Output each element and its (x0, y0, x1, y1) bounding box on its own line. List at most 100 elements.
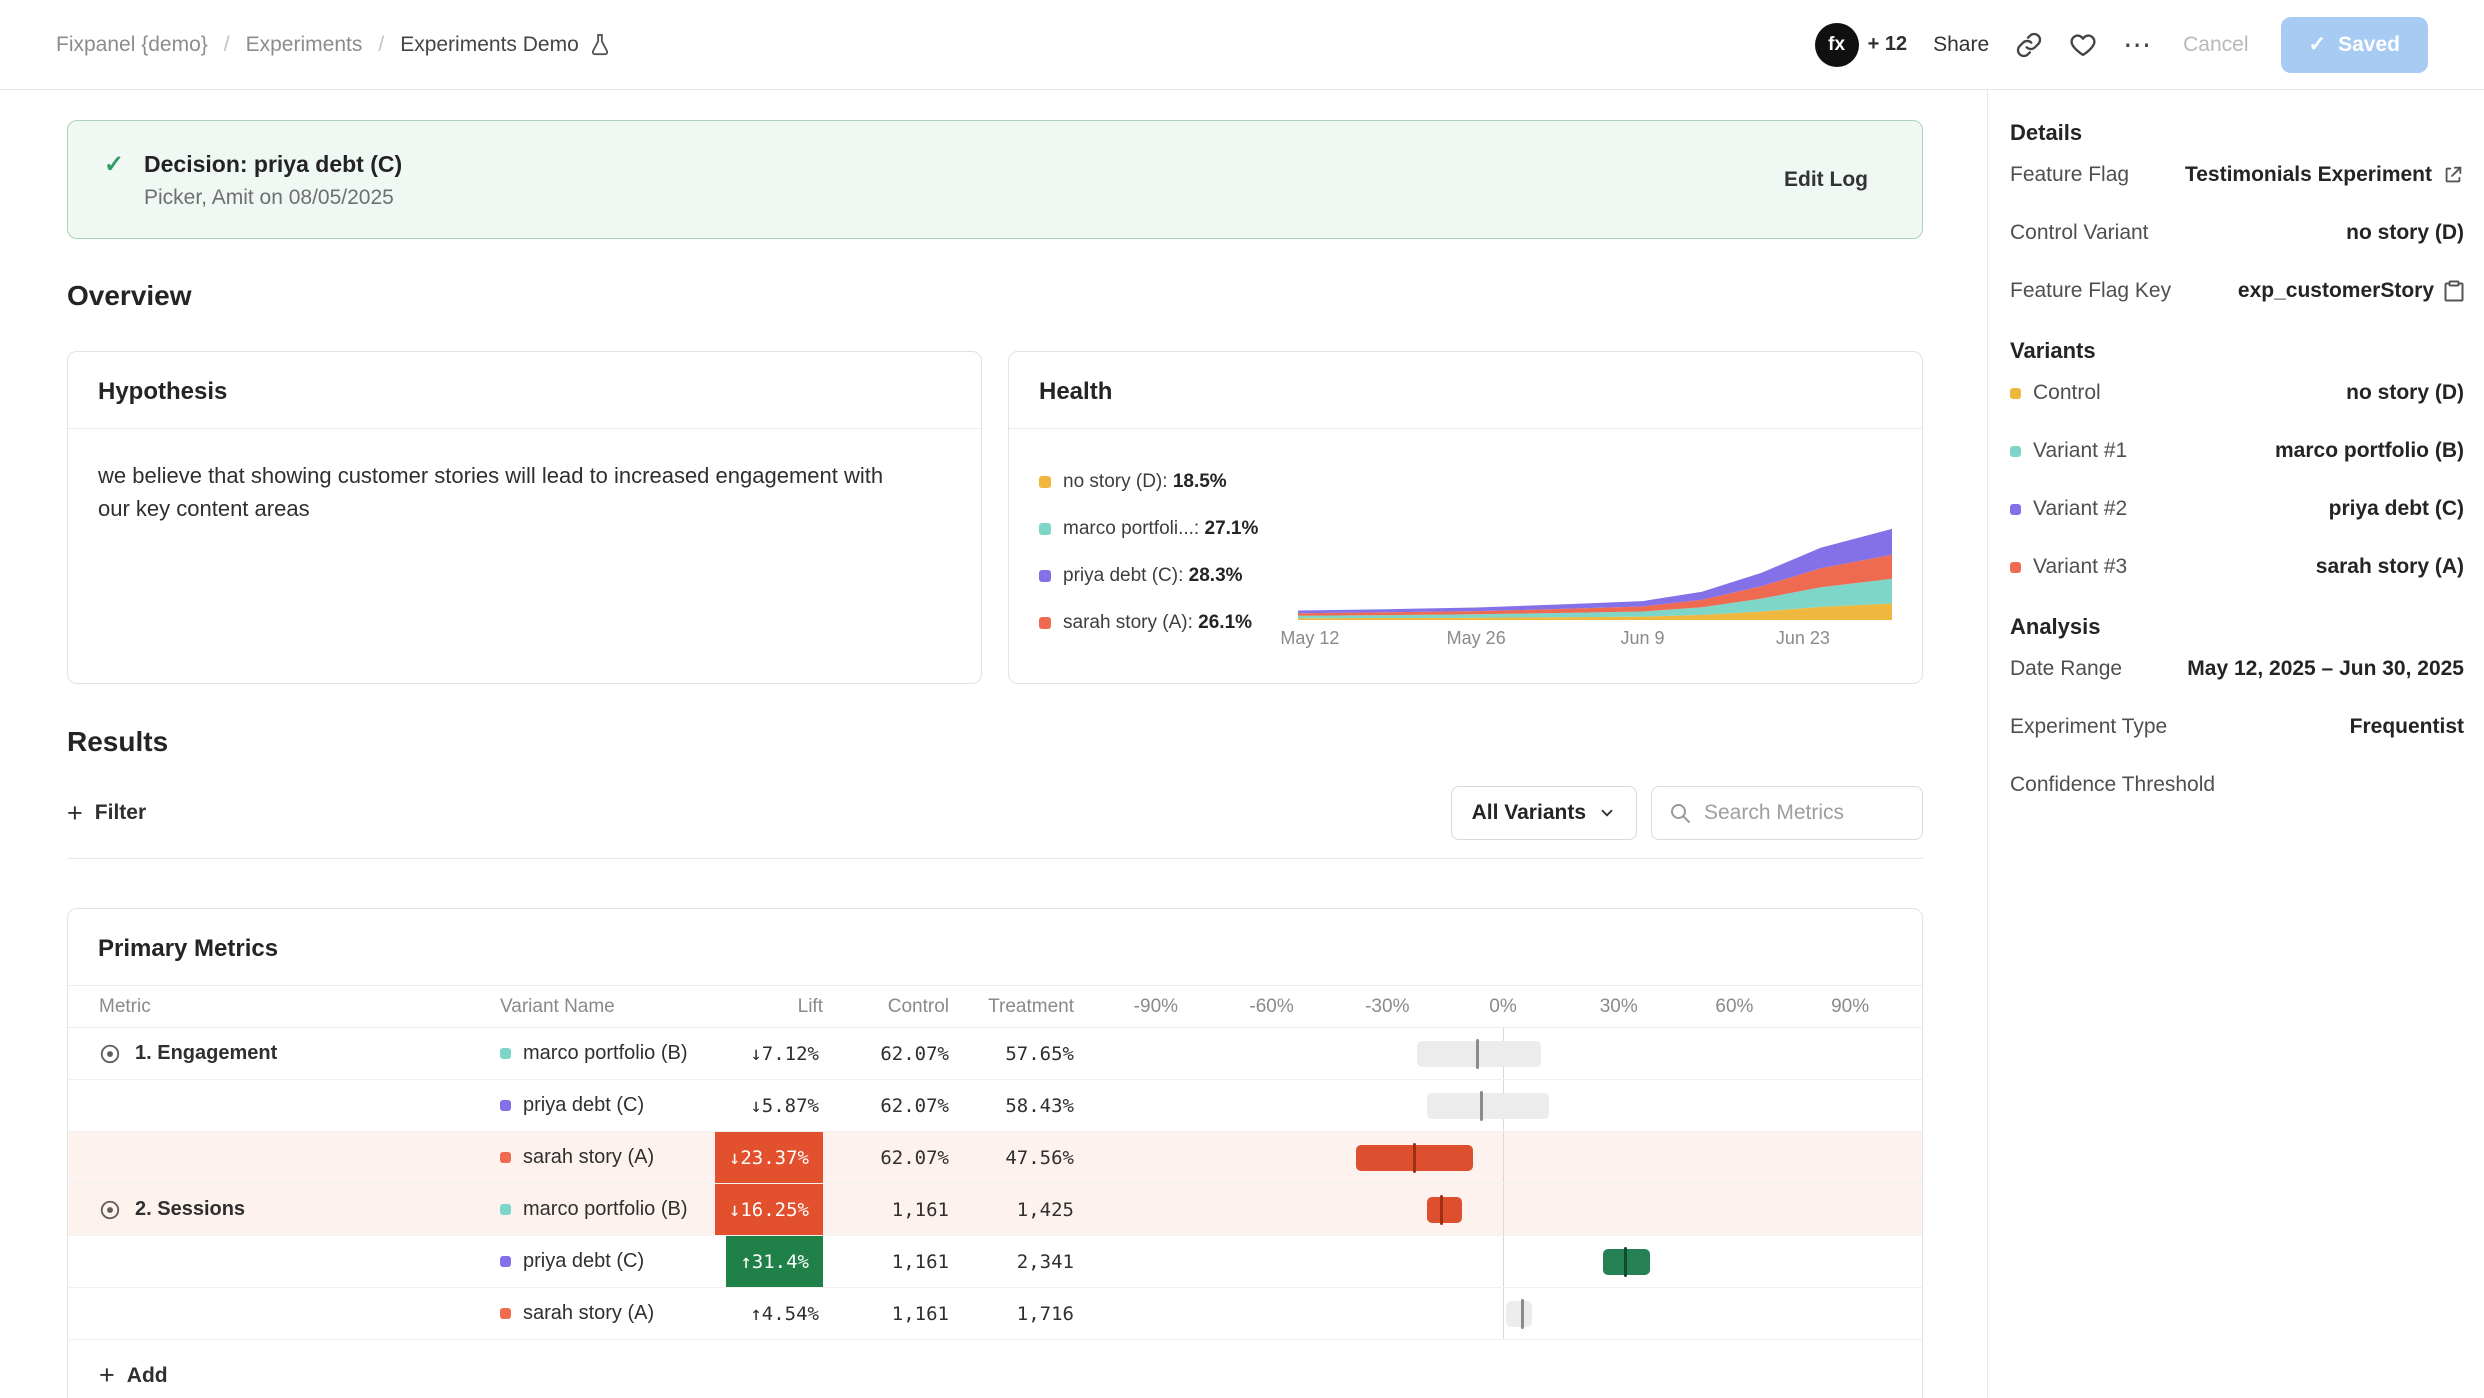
axis-tick-label: 90% (1831, 996, 1869, 1018)
breadcrumb-separator (224, 33, 230, 57)
results-toolbar: + Filter All Variants (67, 786, 1923, 840)
metrics-search[interactable] (1651, 786, 1923, 840)
variant-color-dot (500, 1204, 511, 1215)
confidence-interval-cell (1121, 1080, 1914, 1131)
control-value: 1,161 (823, 1251, 949, 1273)
lift-cell: ↓23.37% (705, 1132, 823, 1183)
treatment-value: 47.56% (949, 1147, 1074, 1169)
edit-log-button[interactable]: Edit Log (1784, 168, 1868, 192)
favorite-heart-icon[interactable] (2069, 31, 2097, 59)
filter-button[interactable]: + Filter (67, 800, 146, 827)
sidebar-row: Feature FlagTestimonials Experiment (2010, 162, 2464, 188)
metric-name: 2. Sessions (135, 1198, 245, 1221)
axis-tick-label: 30% (1600, 996, 1638, 1018)
sidebar-section-heading: Variants (2010, 338, 2464, 364)
zero-axis-line (1503, 1236, 1504, 1287)
more-options-icon[interactable]: ⋯ (2123, 31, 2151, 59)
variant-cell: sarah story (A) (500, 1302, 705, 1325)
lift-value: ↓7.12% (750, 1043, 823, 1065)
variant-cell: sarah story (A) (500, 1146, 705, 1169)
sidebar-row-value: no story (D) (2346, 381, 2464, 405)
legend-item[interactable]: sarah story (A): 26.1% (1039, 612, 1258, 634)
control-value: 62.07% (823, 1147, 949, 1169)
breadcrumb-project[interactable]: Fixpanel {demo} (56, 33, 208, 57)
lift-cell: ↑31.4% (705, 1236, 823, 1287)
check-icon: ✓ (2309, 32, 2327, 57)
external-link-icon[interactable] (2442, 164, 2464, 186)
cancel-button[interactable]: Cancel (2177, 23, 2254, 67)
copy-clipboard-icon[interactable] (2444, 280, 2464, 302)
share-button[interactable]: Share (1933, 33, 1989, 57)
variant-color-dot (2010, 504, 2021, 515)
variants-dropdown[interactable]: All Variants (1451, 786, 1637, 840)
sidebar-section-heading: Details (2010, 120, 2464, 146)
table-row[interactable]: priya debt (C) ↑31.4%1,1612,341 (68, 1236, 1922, 1288)
breadcrumb: Fixpanel {demo} Experiments Experiments … (56, 33, 611, 57)
legend-item[interactable]: no story (D): 18.5% (1039, 471, 1258, 493)
control-value: 1,161 (823, 1199, 949, 1221)
sidebar-row-value: sarah story (A) (2316, 555, 2464, 579)
search-input[interactable] (1704, 801, 1906, 825)
table-row[interactable]: priya debt (C)↓5.87%62.07%58.43% (68, 1080, 1922, 1132)
treatment-value: 2,341 (949, 1251, 1074, 1273)
col-lift: Lift (705, 996, 823, 1018)
collaborators[interactable]: fx + 12 (1815, 23, 1907, 67)
table-row[interactable]: sarah story (A) ↓23.37%62.07%47.56% (68, 1132, 1922, 1184)
lift-cell: ↑4.54% (705, 1288, 823, 1339)
sidebar-row: Controlno story (D) (2010, 380, 2464, 406)
health-chart-wrap: May 12May 26Jun 9Jun 23 (1298, 455, 1892, 652)
avatar[interactable]: fx (1815, 23, 1859, 67)
legend-item[interactable]: priya debt (C): 28.3% (1039, 565, 1258, 587)
axis-tick-label: 60% (1715, 996, 1753, 1018)
lift-cell: ↓7.12% (705, 1028, 823, 1079)
sidebar-row: Variant #3 sarah story (A) (2010, 554, 2464, 580)
variant-cell: priya debt (C) (500, 1250, 705, 1273)
sidebar-row: Experiment TypeFrequentist (2010, 714, 2464, 740)
confidence-interval-bar (1506, 1301, 1532, 1327)
header-actions: fx + 12 Share ⋯ Cancel ✓ Saved (1815, 17, 2428, 73)
mean-tick (1624, 1247, 1627, 1277)
lift-cell: ↓5.87% (705, 1080, 823, 1131)
collaborators-count[interactable]: + 12 (1868, 33, 1907, 56)
sidebar-row-label: Control Variant (2010, 221, 2149, 245)
plus-icon: + (99, 1362, 115, 1389)
sidebar-row-label: Variant #3 (2033, 555, 2127, 579)
metric-cell: 1. Engagement (68, 1042, 500, 1065)
control-value: 62.07% (823, 1043, 949, 1065)
zero-axis-line (1503, 1184, 1504, 1235)
add-metric-button[interactable]: + Add (68, 1340, 1922, 1398)
treatment-value: 58.43% (949, 1095, 1074, 1117)
table-row[interactable]: sarah story (A)↑4.54%1,1611,716 (68, 1288, 1922, 1340)
confidence-interval-cell (1121, 1132, 1914, 1183)
variant-color-dot (500, 1308, 511, 1319)
mean-tick (1480, 1091, 1483, 1121)
table-header: Metric Variant Name Lift Control Treatme… (68, 986, 1922, 1028)
primary-metrics-card: Primary Metrics Metric Variant Name Lift… (67, 908, 1923, 1398)
sidebar-row-value: no story (D) (2346, 221, 2464, 245)
variant-name: priya debt (C) (523, 1250, 644, 1273)
table-row[interactable]: 2. Sessionsmarco portfolio (B)↓16.25%1,1… (68, 1184, 1922, 1236)
metric-cell: 2. Sessions (68, 1198, 500, 1221)
axis-tick-label: -30% (1365, 996, 1409, 1018)
top-bar: Fixpanel {demo} Experiments Experiments … (0, 0, 2484, 90)
details-sidebar: Details Feature FlagTestimonials Experime… (1987, 90, 2484, 1398)
variant-name: priya debt (C) (523, 1094, 644, 1117)
overview-heading: Overview (67, 280, 1923, 312)
metrics-table-body: 1. Engagementmarco portfolio (B)↓7.12%62… (68, 1028, 1922, 1340)
mean-tick (1476, 1039, 1479, 1069)
legend-item[interactable]: marco portfoli...: 27.1% (1039, 518, 1258, 540)
lift-value: ↓23.37% (715, 1132, 823, 1183)
variant-name: sarah story (A) (523, 1146, 654, 1169)
sidebar-row-label: Date Range (2010, 657, 2122, 681)
breadcrumb-experiments[interactable]: Experiments (246, 33, 363, 57)
saved-button[interactable]: ✓ Saved (2281, 17, 2428, 73)
table-row[interactable]: 1. Engagementmarco portfolio (B)↓7.12%62… (68, 1028, 1922, 1080)
sidebar-row-value: priya debt (C) (2329, 497, 2464, 521)
copy-link-icon[interactable] (2015, 31, 2043, 59)
variant-color-dot (500, 1152, 511, 1163)
variant-color-dot (500, 1048, 511, 1059)
sidebar-row: Variant #2priya debt (C) (2010, 496, 2464, 522)
confidence-interval-cell (1121, 1236, 1914, 1287)
sidebar-section-heading: Analysis (2010, 614, 2464, 640)
zero-axis-line (1503, 1288, 1504, 1339)
